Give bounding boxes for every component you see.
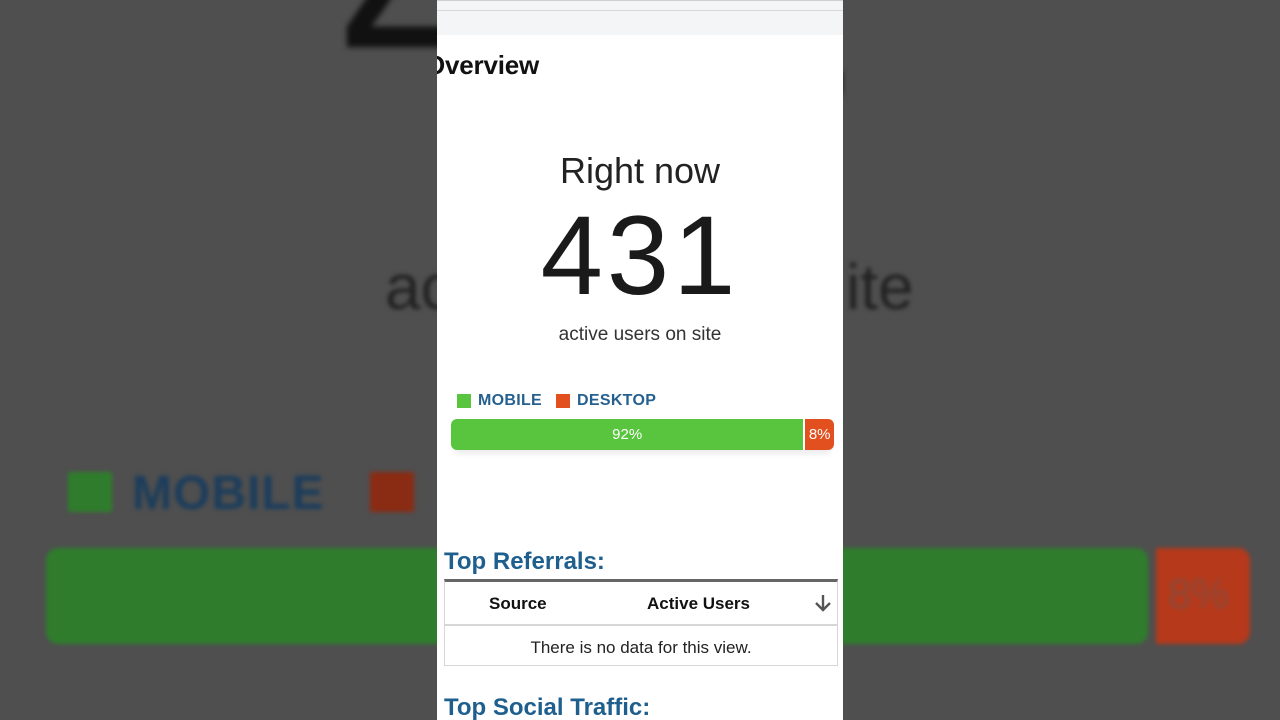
background-mobile-label: MOBILE: [132, 467, 325, 520]
desktop-share-segment: 8%: [805, 419, 834, 450]
right-now-heading: Right now: [559, 150, 721, 191]
top-toolbar: [437, 0, 843, 35]
mobile-share-segment: 92%: [451, 419, 806, 450]
top-referrals-table: Source Active Users There is no data for…: [444, 579, 838, 666]
background-mobile-swatch: [68, 472, 112, 512]
active-users-count: 431: [540, 193, 740, 318]
empty-table-message: There is no data for this view.: [530, 638, 752, 657]
active-users-column-header[interactable]: Active Users: [647, 594, 750, 614]
top-social-traffic-title: Top Social Traffic:: [444, 694, 651, 720]
mobile-screen: Overview Right now 431 active users on s…: [437, 0, 843, 720]
top-referrals-title: Top Referrals:: [444, 548, 605, 575]
arrow-down-icon[interactable]: [813, 592, 833, 614]
background-desktop-swatch: [370, 472, 414, 512]
desktop-legend-label: DESKTOP: [577, 392, 657, 409]
source-column-header[interactable]: Source: [489, 594, 547, 614]
background-desktop-percent: 8%: [1168, 570, 1229, 617]
background-desktop-bar: 8%: [1156, 548, 1250, 644]
background-subtitle-fragment-right: ite: [846, 251, 914, 323]
page-title: Overview: [437, 50, 540, 80]
table-header: Source Active Users: [445, 582, 837, 626]
desktop-legend-swatch: [556, 394, 571, 408]
mobile-legend-swatch: [457, 394, 471, 408]
device-legend: MOBILE DESKTOP: [457, 392, 670, 410]
device-breakdown-bar: 92% 8%: [451, 419, 834, 450]
mobile-legend-label: MOBILE: [478, 392, 543, 409]
active-users-subtitle: active users on site: [558, 324, 722, 345]
